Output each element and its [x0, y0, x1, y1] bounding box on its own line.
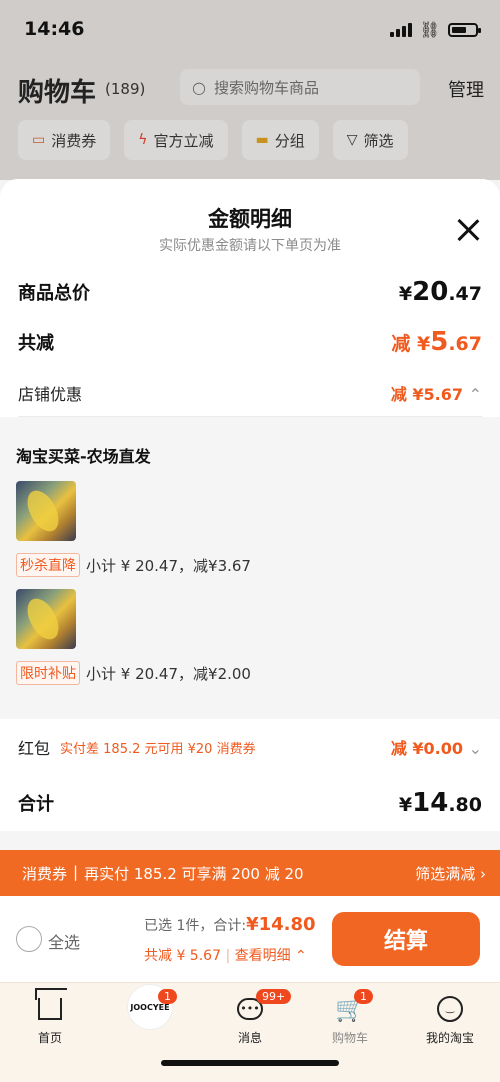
home-indicator — [161, 1060, 339, 1066]
redpack-value: 减 ¥0.00 ⌄ — [390, 739, 482, 758]
status-bar: 14:46 ⛓ — [0, 0, 500, 58]
coupon-banner[interactable]: 消费券 | 再实付 185.2 可享满 200 减 20 筛选满减 › — [0, 850, 500, 896]
status-time: 14:46 — [24, 18, 85, 40]
cart-count: (189) — [105, 80, 146, 98]
chip-label: 分组 — [274, 131, 305, 150]
banner-coupon-label: 消费券 — [22, 864, 68, 883]
banner-divider: | — [73, 862, 79, 881]
tab-joocyee[interactable]: JOOCYEE 1 — [100, 985, 200, 1029]
chip-label: 筛选 — [363, 131, 394, 150]
tab-label: 我的淘宝 — [425, 1031, 474, 1045]
tab-badge: 1 — [354, 989, 373, 1004]
tab-my-taobao[interactable]: ‿ 我的淘宝 — [400, 989, 500, 1046]
link-icon: ⛓ — [419, 20, 440, 39]
shop-section: 淘宝买菜-农场直发 秒杀直降 小计 ¥ 20.47，减¥3.67 限时补贴 小计… — [0, 417, 500, 719]
selected-summary: 已选 1件，合计:¥14.80 — [144, 914, 316, 935]
sheet-header: 金额明细 实际优惠金额请以下单页为准 — [0, 179, 500, 259]
folder-icon: ▬ — [255, 132, 269, 148]
flash-sale-tag: 秒杀直降 — [16, 553, 80, 577]
price-summary: 商品总价 ¥20.47 共减 减 ¥5.67 店铺优惠 减 ¥5.67 ⌃ — [0, 259, 500, 417]
totals-section: 红包 实付差 185.2 元可用 ¥20 消费券 减 ¥0.00 ⌄ 合计 ¥1… — [0, 719, 500, 831]
tab-messages[interactable]: ••• 消息 99+ — [200, 989, 300, 1046]
sum-row: 合计 ¥14.80 — [18, 775, 482, 831]
status-icons: ⛓ — [389, 20, 481, 39]
signal-icon — [389, 22, 412, 37]
chip-official-discount[interactable]: ϟ 官方立减 — [124, 120, 228, 160]
tab-home[interactable]: 首页 — [0, 989, 100, 1046]
shop-name: 淘宝买菜-农场直发 — [16, 447, 151, 466]
battery-icon — [448, 22, 481, 37]
redpack-note: 实付差 185.2 元可用 ¥20 消费券 — [60, 741, 256, 757]
redpack-row[interactable]: 红包 实付差 185.2 元可用 ¥20 消费券 减 ¥0.00 ⌄ — [18, 719, 482, 775]
discount-row: 共减 减 ¥5.67 — [18, 314, 482, 369]
tab-label: 首页 — [37, 1031, 62, 1045]
selected-amount: ¥14.80 — [246, 914, 316, 935]
total-price-label: 商品总价 — [18, 282, 90, 304]
checkout-button[interactable]: 结算 — [332, 912, 480, 966]
saved-amount: 共减 ¥ 5.67 — [144, 948, 221, 964]
search-icon: ○ — [192, 77, 206, 97]
chip-filter[interactable]: ▽ 筛选 — [332, 120, 408, 160]
tab-cart[interactable]: 🛒 购物车 1 — [300, 989, 400, 1046]
item-subtotal: 小计 ¥ 20.47，减¥2.00 — [86, 664, 251, 683]
product-thumbnail — [16, 481, 76, 541]
banner-offer-text: 再实付 185.2 可享满 200 减 20 — [84, 864, 304, 883]
sum-value: ¥14.80 — [398, 788, 482, 818]
select-all-checkbox[interactable] — [16, 926, 42, 952]
ticket-icon: ▭ — [32, 132, 46, 148]
bottom-tab-bar: 首页 JOOCYEE 1 ••• 消息 99+ 🛒 购物车 1 ‿ 我的淘宝 — [0, 982, 500, 1082]
list-item: 秒杀直降 小计 ¥ 20.47，减¥3.67 — [16, 481, 484, 577]
product-thumbnail — [16, 589, 76, 649]
filter-full-discount-link[interactable]: 筛选满减 › — [415, 863, 486, 884]
chevron-down-icon: ⌄ — [468, 739, 482, 758]
tab-label: 购物车 — [331, 1031, 368, 1045]
store-discount-label: 店铺优惠 — [18, 384, 83, 404]
tab-badge: 1 — [158, 989, 177, 1004]
store-discount-value: 减 ¥5.67 ⌃ — [390, 384, 482, 404]
saved-summary: 共减 ¥ 5.67 | 查看明细 ⌃ — [144, 948, 307, 964]
close-icon[interactable] — [456, 218, 480, 242]
profile-icon: ‿ — [437, 996, 463, 1022]
discount-value: 减 ¥5.67 — [391, 326, 482, 357]
cart-header: 购物车 (189) ○ 搜索购物车商品 管理 ▭ 消费券 ϟ 官方立减 ▬ 分组… — [0, 58, 500, 180]
home-icon — [38, 998, 62, 1020]
chip-coupon[interactable]: ▭ 消费券 — [18, 120, 111, 160]
discount-label: 共减 — [18, 332, 54, 354]
chevron-up-icon: ⌃ — [468, 384, 482, 404]
filter-chips: ▭ 消费券 ϟ 官方立减 ▬ 分组 ▽ 筛选 — [0, 120, 500, 160]
filter-icon: ▽ — [346, 132, 358, 148]
page-title: 购物车 — [18, 78, 97, 108]
list-item: 限时补贴 小计 ¥ 20.47，减¥2.00 — [16, 589, 484, 685]
chip-group[interactable]: ▬ 分组 — [241, 120, 319, 160]
item-subtotal: 小计 ¥ 20.47，减¥3.67 — [86, 556, 251, 575]
search-placeholder: 搜索购物车商品 — [213, 78, 319, 97]
total-price-row: 商品总价 ¥20.47 — [18, 259, 482, 314]
sum-label: 合计 — [18, 794, 54, 815]
select-all-label[interactable]: 全选 — [48, 929, 80, 953]
tab-badge: 99+ — [256, 989, 292, 1004]
limited-subsidy-tag: 限时补贴 — [16, 661, 80, 685]
lightning-icon: ϟ — [138, 132, 148, 148]
store-discount-row[interactable]: 店铺优惠 减 ¥5.67 ⌃ — [18, 369, 482, 417]
search-bar[interactable]: ○ 搜索购物车商品 — [180, 69, 420, 105]
sheet-subtitle: 实际优惠金额请以下单页为准 — [159, 238, 341, 254]
chip-label: 官方立减 — [153, 131, 214, 150]
chip-label: 消费券 — [51, 131, 97, 150]
redpack-label: 红包 — [18, 739, 51, 758]
item-discount-line: 秒杀直降 小计 ¥ 20.47，减¥3.67 — [16, 553, 484, 577]
manage-button[interactable]: 管理 — [448, 76, 484, 102]
tab-label: 消息 — [237, 1031, 262, 1045]
item-discount-line: 限时补贴 小计 ¥ 20.47，减¥2.00 — [16, 661, 484, 685]
total-price-value: ¥20.47 — [398, 276, 482, 307]
checkout-bar: 全选 已选 1件，合计:¥14.80 共减 ¥ 5.67 | 查看明细 ⌃ 结算 — [0, 896, 500, 982]
sheet-title: 金额明细 — [208, 207, 292, 231]
view-detail-link[interactable]: 查看明细 ⌃ — [235, 948, 307, 964]
